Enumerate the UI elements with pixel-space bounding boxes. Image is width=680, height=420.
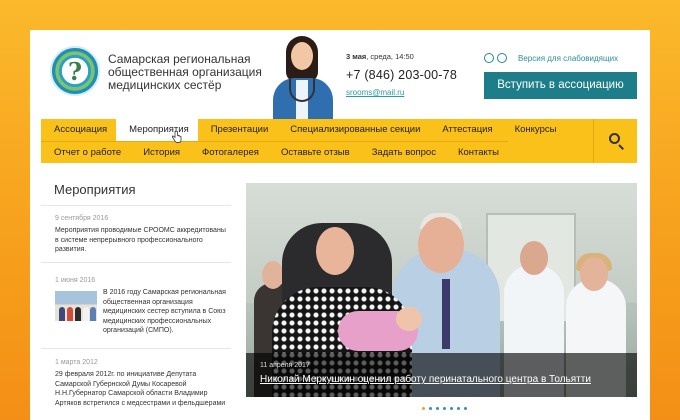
logo[interactable]: ? — [50, 46, 100, 96]
nav-item[interactable]: Ассоциация — [41, 119, 116, 141]
header-nurse-image — [269, 34, 337, 120]
slider-dot[interactable] — [450, 407, 453, 410]
news-item[interactable]: 9 сентября 2016 Мероприятия проводимые С… — [55, 215, 230, 255]
news-date: 9 сентября 2016 — [55, 215, 109, 222]
news-thumbnail[interactable] — [55, 291, 97, 321]
news-text[interactable]: В 2016 году Самарская региональная общес… — [103, 288, 230, 336]
slider-dot[interactable] — [436, 407, 439, 410]
slider-pagination — [422, 407, 471, 410]
nav-item[interactable]: Презентации — [198, 119, 278, 141]
news-date: 1 марта 2012 — [55, 359, 98, 366]
news-item[interactable]: 1 марта 2012 29 февраля 2012г. по инициа… — [55, 359, 230, 408]
vision-version-label: Версия для слабовидящих — [518, 53, 619, 63]
email-link[interactable]: srooms@mail.ru — [346, 88, 457, 97]
nav-item[interactable]: Оставьте отзыв — [268, 142, 359, 164]
main-nav: Ассоциация Мероприятия Презентации Специали… — [41, 119, 637, 163]
hand-cursor-icon — [172, 131, 182, 143]
nav-row-2: Отчет о работе История Фотогалерея Оставьте… — [41, 141, 508, 163]
slider-dot[interactable] — [457, 407, 460, 410]
nav-item[interactable]: История — [130, 142, 189, 164]
nav-item[interactable]: Аттестация — [429, 119, 501, 141]
slide-title-link[interactable]: Николай Меркушкин оценил работу перината… — [260, 374, 623, 385]
divider — [41, 262, 231, 263]
current-date: 3 мая, среда, 14:50 — [346, 52, 414, 61]
slider-dot[interactable] — [429, 407, 432, 410]
logo-glyph: ? — [67, 57, 83, 86]
nav-item[interactable]: Фотогалерея — [189, 142, 268, 164]
join-association-button[interactable]: Вступить в ассоциацию — [484, 72, 637, 99]
nav-item[interactable]: Мероприятия — [116, 119, 198, 141]
nav-item[interactable]: Задать вопрос — [359, 142, 445, 164]
news-item[interactable]: 1 июня 2016 В 2016 году Самарская регион… — [55, 277, 230, 336]
slider-dot[interactable] — [422, 407, 425, 410]
nav-row-1: Ассоциация Мероприятия Презентации Специали… — [41, 119, 565, 141]
org-name[interactable]: Самарская региональная общественная орга… — [108, 53, 288, 92]
page: ? Самарская региональная общественная ор… — [30, 30, 650, 420]
glasses-icon — [484, 52, 510, 64]
nav-item[interactable]: Отчет о работе — [41, 142, 130, 164]
slide-caption: 11 апреля 2017 Николай Меркушкин оценил … — [246, 353, 637, 397]
phone-number[interactable]: +7 (846) 203-00-78 — [346, 68, 457, 82]
header-contacts: 3 мая, среда, 14:50 +7 (846) 203-00-78 s… — [346, 52, 457, 97]
search-button[interactable] — [593, 119, 637, 163]
divider — [41, 348, 231, 349]
sidebar-title: Мероприятия — [54, 182, 136, 197]
nav-item[interactable]: Контакты — [445, 142, 508, 164]
nav-item[interactable]: Конкурсы — [502, 119, 566, 141]
slider-dot[interactable] — [443, 407, 446, 410]
news-text[interactable]: 29 февраля 2012г. по инициативе Депутата… — [55, 370, 230, 408]
nav-item[interactable]: Специализированные секции — [277, 119, 429, 141]
divider — [41, 205, 231, 206]
news-text[interactable]: Мероприятия проводимые СРООМС аккредитов… — [55, 226, 230, 255]
slide-date: 11 апреля 2017 — [260, 362, 310, 369]
vision-version-link[interactable]: Версия для слабовидящих — [484, 52, 618, 64]
slider-dot[interactable] — [464, 407, 467, 410]
news-date: 1 июня 2016 — [55, 277, 96, 284]
news-slider[interactable]: 11 апреля 2017 Николай Меркушкин оценил … — [246, 183, 637, 397]
